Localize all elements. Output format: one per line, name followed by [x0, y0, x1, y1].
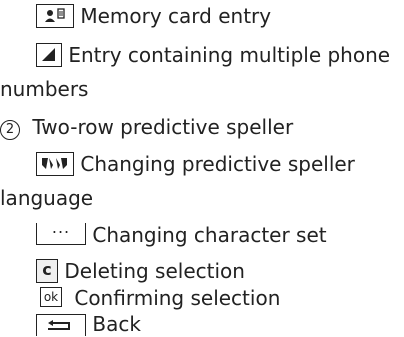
back-icon: [36, 314, 86, 336]
list-item-character-set: ... Changing character set: [36, 218, 327, 248]
list-item-speller-language-cont: language: [0, 185, 93, 211]
list-item-multiple-numbers-cont: numbers: [0, 76, 88, 102]
list-item-back: Back: [36, 311, 141, 337]
item-label-line1: Changing predictive speller: [80, 152, 355, 176]
item-label-line2: numbers: [0, 77, 89, 101]
delete-icon: c: [36, 259, 58, 283]
list-item-speller-language: Changing predictive speller: [36, 151, 355, 177]
list-item-confirm: ok Confirming selection: [40, 285, 280, 311]
multiple-numbers-icon: [36, 43, 62, 67]
memory-card-icon: [36, 4, 74, 28]
list-item-delete: c Deleting selection: [36, 258, 245, 284]
list-item-multiple-numbers: Entry containing multiple phone: [36, 42, 390, 68]
step-marker: 2: [0, 120, 20, 140]
item-label: Back: [92, 312, 141, 336]
list-item-memory-card: Memory card entry: [36, 3, 271, 29]
character-set-icon: ...: [36, 218, 86, 245]
item-label: Two-row predictive speller: [32, 115, 294, 139]
list-item-two-row-speller: 2 Two-row predictive speller: [0, 114, 293, 140]
item-label: Changing character set: [92, 223, 327, 247]
item-label-line2: language: [0, 186, 94, 210]
confirm-icon: ok: [40, 287, 62, 307]
item-label: Confirming selection: [74, 286, 281, 310]
item-label-line1: Entry containing multiple phone: [68, 43, 391, 67]
item-label: Deleting selection: [64, 259, 245, 283]
item-label: Memory card entry: [80, 4, 272, 28]
speller-language-icon: [36, 152, 74, 176]
